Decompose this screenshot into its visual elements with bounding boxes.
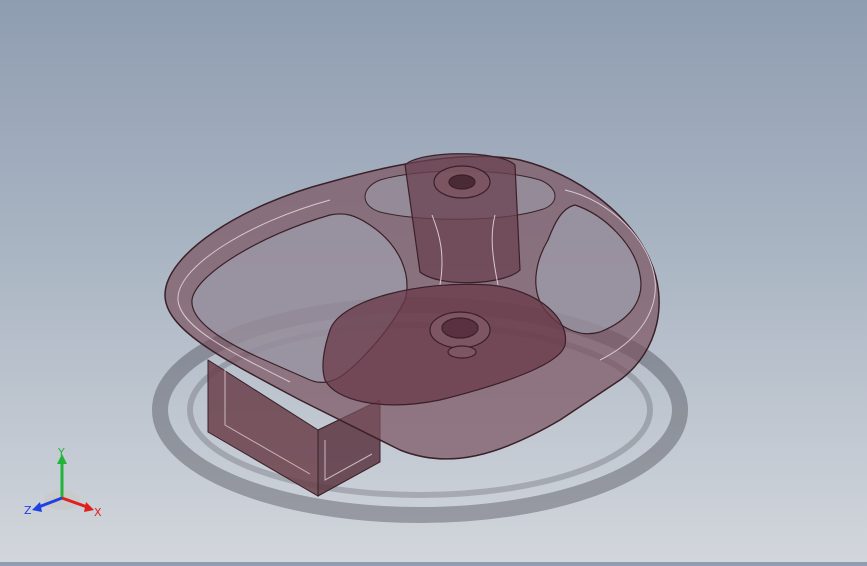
orientation-triad[interactable]: Y X Z (22, 448, 106, 526)
z-axis-label: Z (24, 504, 32, 517)
center-post[interactable] (404, 153, 521, 286)
y-axis-label: Y (57, 448, 65, 459)
x-axis-label: X (94, 506, 102, 519)
cad-viewport[interactable]: Y X Z (0, 0, 867, 562)
x-axis-arrow-icon (84, 502, 94, 512)
z-axis-arrow-icon (32, 502, 42, 512)
model-view[interactable] (0, 0, 867, 562)
